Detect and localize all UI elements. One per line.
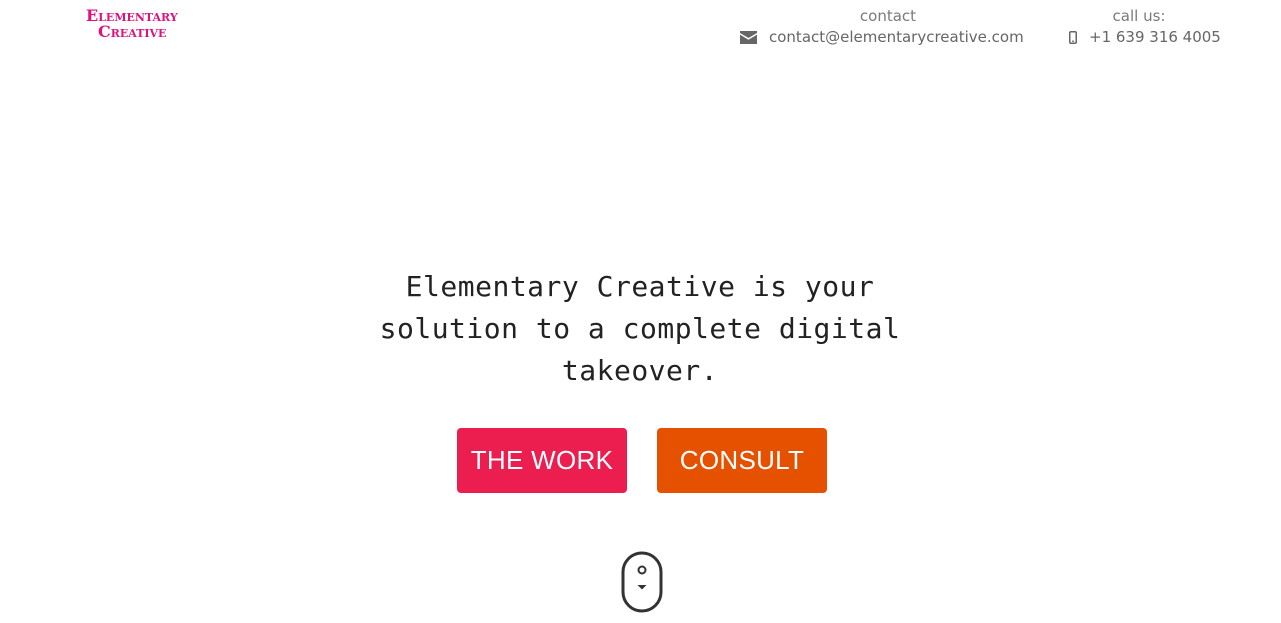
header-phone: call us: +1 639 316 4005 xyxy=(1069,7,1221,48)
brand-logo-line2: Creative xyxy=(98,22,167,41)
phone-caption: call us: xyxy=(1112,7,1166,25)
contact-email-text: contact@elementarycreative.com xyxy=(769,28,1024,46)
mobile-phone-icon xyxy=(1069,30,1077,44)
consult-button[interactable]: CONSULT xyxy=(657,428,827,493)
phone-link[interactable]: +1 639 316 4005 xyxy=(1069,26,1221,48)
phone-number-text: +1 639 316 4005 xyxy=(1089,28,1221,46)
envelope-icon xyxy=(740,30,757,44)
contact-email-link[interactable]: contact@elementarycreative.com xyxy=(740,26,1036,48)
contact-caption: contact xyxy=(859,7,917,25)
hero-headline: Elementary Creative is your solution to … xyxy=(379,270,901,387)
header-contact: contact contact@elementarycreative.com xyxy=(740,7,1036,48)
brand-logo[interactable]: Elementary Creative xyxy=(86,8,194,40)
the-work-button[interactable]: THE WORK xyxy=(457,428,627,493)
scroll-mouse-icon[interactable] xyxy=(620,551,664,613)
